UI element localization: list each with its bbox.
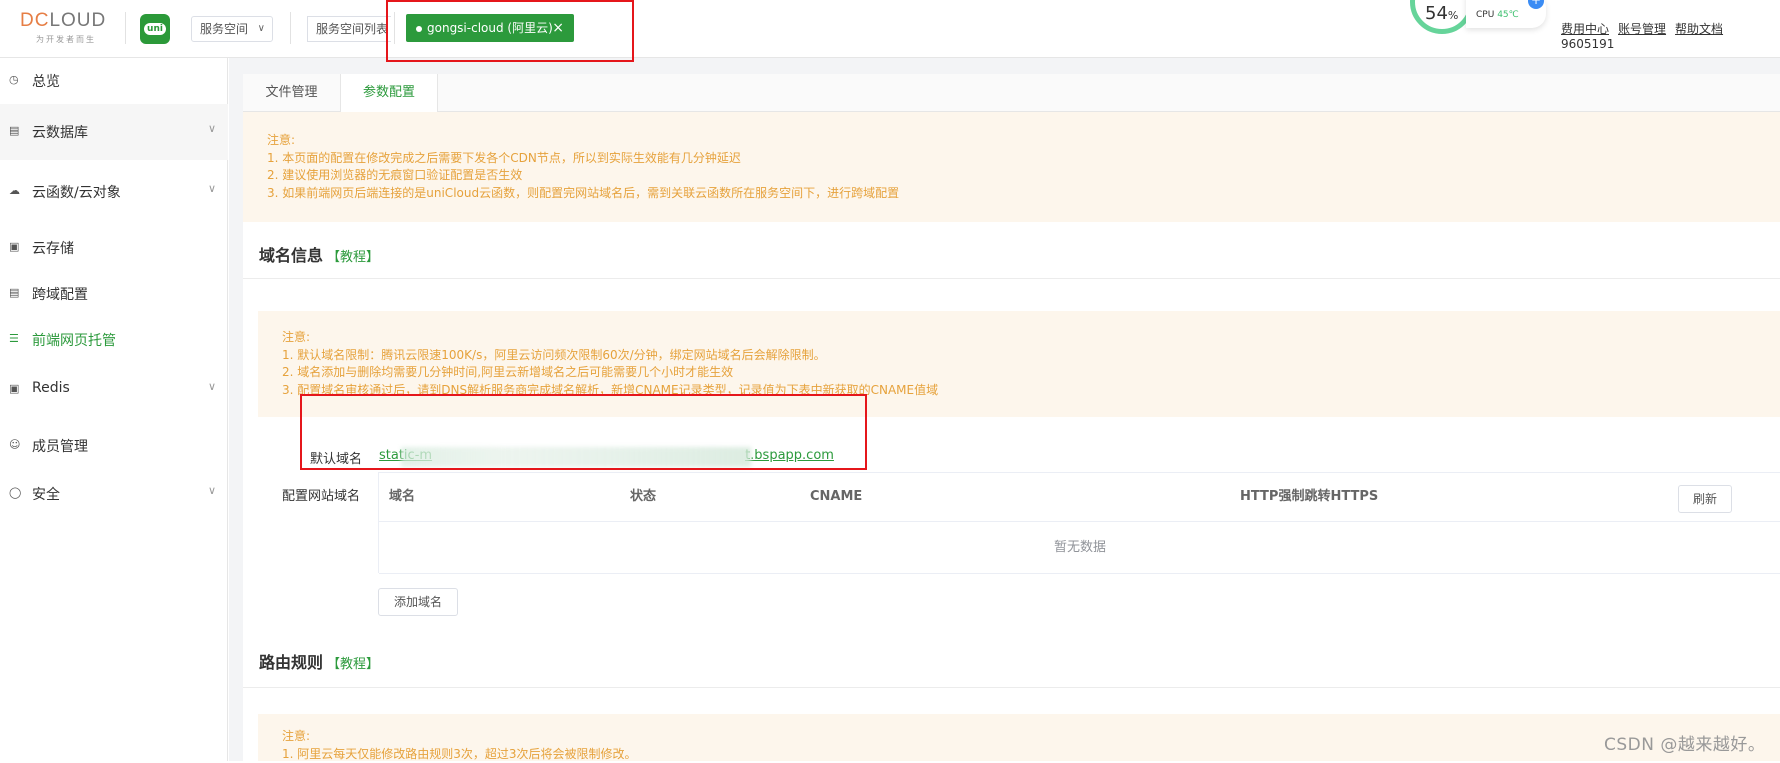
add-domain-button[interactable]: 添加域名 bbox=[378, 588, 458, 616]
cpu-widget: CPU 45℃ + bbox=[1466, 0, 1546, 28]
notice-line: 2. 域名添加与删除均需要几分钟时间,阿里云新增域名之后可能需要几个小时才能生效 bbox=[282, 364, 1780, 382]
plus-icon[interactable]: + bbox=[1528, 0, 1544, 9]
tutorial-link[interactable]: 【教程】 bbox=[327, 657, 379, 672]
column-header-cname: CNAME bbox=[810, 473, 862, 521]
space-select-label: 服务空间 bbox=[200, 22, 248, 36]
sidebar-item-label: 云存储 bbox=[32, 238, 74, 258]
shield-icon: ◯ bbox=[9, 486, 21, 499]
redis-icon: ▣ bbox=[9, 382, 19, 395]
database-icon: ▤ bbox=[9, 124, 19, 137]
account-link[interactable]: 账号管理 bbox=[1618, 22, 1666, 36]
site-domain-label: 配置网站域名 bbox=[282, 485, 360, 504]
unicloud-logo[interactable]: uni bbox=[140, 14, 170, 44]
uni-label: uni bbox=[144, 23, 166, 35]
sidebar-item-members[interactable]: ☺ 成员管理 bbox=[0, 420, 228, 472]
divider bbox=[290, 12, 291, 44]
gauge-value: 54 bbox=[1425, 3, 1448, 24]
notice-line: 3. 如果前端网页后端连接的是uniCloud云函数，则配置完网站域名后，需到关… bbox=[267, 185, 1780, 203]
column-header-domain: 域名 bbox=[389, 473, 415, 521]
section-title-text: 路由规则 bbox=[259, 653, 323, 672]
notice-cdn: 注意: 1. 本页面的配置在修改完成之后需要下发各个CDN节点，所以到实际生效能… bbox=[243, 112, 1780, 222]
tab-config[interactable]: 参数配置 bbox=[340, 74, 438, 113]
cloud-icon: ☁ bbox=[9, 184, 20, 197]
divider bbox=[379, 573, 1780, 574]
sidebar-item-redis[interactable]: ▣ Redis ∨ bbox=[0, 362, 228, 418]
chevron-down-icon: ∨ bbox=[208, 380, 216, 393]
sidebar-item-label: 总览 bbox=[32, 71, 60, 91]
notice-title: 注意: bbox=[267, 132, 1780, 150]
tab-bar: 文件管理 参数配置 bbox=[243, 74, 1780, 112]
domain-section-title: 域名信息【教程】 bbox=[259, 242, 379, 266]
cpu-gauge: 54% bbox=[1410, 0, 1474, 34]
notice-line: 1. 默认域名限制：腾讯云限速100K/s，阿里云访问频次限制60次/分钟，绑定… bbox=[282, 347, 1780, 365]
sidebar-item-cors[interactable]: ▤ 跨域配置 bbox=[0, 271, 228, 317]
annotation-highlight-box bbox=[386, 0, 634, 62]
gauge-unit: % bbox=[1448, 9, 1458, 22]
top-links: 费用中心账号管理帮助文档 9605191 bbox=[1561, 20, 1780, 51]
refresh-button[interactable]: 刷新 bbox=[1678, 485, 1732, 513]
notice-title: 注意: bbox=[282, 728, 1780, 746]
table-empty-text: 暂无数据 bbox=[379, 522, 1780, 574]
sidebar-item-security[interactable]: ◯ 安全 ∨ bbox=[0, 466, 228, 522]
sidebar-item-hosting[interactable]: ☰ 前端网页托管 bbox=[0, 317, 228, 363]
notice-line: 2. 建议使用浏览器的无痕窗口验证配置是否生效 bbox=[267, 167, 1780, 185]
cors-icon: ▤ bbox=[9, 286, 19, 299]
notice-line: 1. 本页面的配置在修改完成之后需要下发各个CDN节点，所以到实际生效能有几分钟… bbox=[267, 150, 1780, 168]
section-title-text: 域名信息 bbox=[259, 246, 323, 265]
column-header-status: 状态 bbox=[630, 473, 656, 521]
sidebar-item-label: 前端网页托管 bbox=[32, 330, 116, 350]
sidebar-item-label: 安全 bbox=[32, 484, 60, 504]
divider bbox=[125, 12, 126, 44]
clock-icon: ◷ bbox=[9, 73, 19, 86]
sidebar-item-cloud-functions[interactable]: ☁ 云函数/云对象 ∨ bbox=[0, 164, 228, 220]
chevron-down-icon: ∨ bbox=[208, 182, 216, 195]
chevron-down-icon: ∨ bbox=[208, 484, 216, 497]
sidebar-item-label: Redis bbox=[32, 380, 70, 396]
sidebar-item-database[interactable]: ▤ 云数据库 ∨ bbox=[0, 104, 228, 160]
hosting-icon: ☰ bbox=[9, 332, 19, 345]
tab-file-management[interactable]: 文件管理 bbox=[243, 74, 340, 112]
sidebar: ◷ 总览 ▤ 云数据库 ∨ ☁ 云函数/云对象 ∨ ▣ 云存储 ▤ 跨域配置 ☰… bbox=[0, 58, 228, 761]
brand-name: DCLOUD bbox=[20, 10, 112, 32]
sidebar-item-label: 跨域配置 bbox=[32, 284, 88, 304]
help-docs-link[interactable]: 帮助文档 bbox=[1675, 22, 1723, 36]
chevron-down-icon: ∨ bbox=[208, 122, 216, 135]
sidebar-item-label: 云函数/云对象 bbox=[32, 182, 121, 202]
top-bar: DCLOUD 为开发者而生 uni 服务空间 ∨ 服务空间列表 gongsi-c… bbox=[0, 0, 1780, 58]
divider bbox=[243, 687, 1780, 688]
domain-table: 域名 状态 CNAME HTTP强制跳转HTTPS 刷新 暂无数据 bbox=[378, 472, 1780, 573]
notice-line: 1. 阿里云每天仅能修改路由规则3次，超过3次后将会被限制修改。 bbox=[282, 746, 1780, 763]
cpu-temp: 45℃ bbox=[1497, 10, 1519, 20]
notice-title: 注意: bbox=[282, 329, 1780, 347]
dcloud-logo[interactable]: DCLOUD 为开发者而生 bbox=[20, 10, 112, 46]
sidebar-item-overview[interactable]: ◷ 总览 bbox=[0, 58, 228, 104]
sidebar-item-label: 云数据库 bbox=[32, 122, 88, 142]
notice-route: 注意: 1. 阿里云每天仅能修改路由规则3次，超过3次后将会被限制修改。 bbox=[258, 714, 1780, 761]
brand-slogan: 为开发者而生 bbox=[20, 34, 112, 45]
storage-icon: ▣ bbox=[9, 240, 19, 253]
sidebar-item-storage[interactable]: ▣ 云存储 bbox=[0, 225, 228, 271]
route-section-title: 路由规则【教程】 bbox=[259, 649, 379, 673]
cpu-label: CPU bbox=[1476, 10, 1494, 20]
sidebar-item-label: 成员管理 bbox=[32, 436, 88, 456]
watermark: CSDN @越来越好。 bbox=[1604, 730, 1765, 755]
annotation-highlight-box bbox=[300, 394, 867, 470]
column-header-https: HTTP强制跳转HTTPS bbox=[1240, 473, 1378, 521]
user-icon: ☺ bbox=[9, 438, 20, 451]
chevron-down-icon: ∨ bbox=[258, 17, 265, 41]
user-id[interactable]: 9605191 bbox=[1561, 37, 1614, 51]
divider bbox=[243, 278, 1780, 279]
tutorial-link[interactable]: 【教程】 bbox=[327, 250, 379, 265]
billing-link[interactable]: 费用中心 bbox=[1561, 22, 1609, 36]
space-select[interactable]: 服务空间 ∨ bbox=[191, 16, 273, 42]
space-list-button[interactable]: 服务空间列表 bbox=[307, 16, 391, 42]
